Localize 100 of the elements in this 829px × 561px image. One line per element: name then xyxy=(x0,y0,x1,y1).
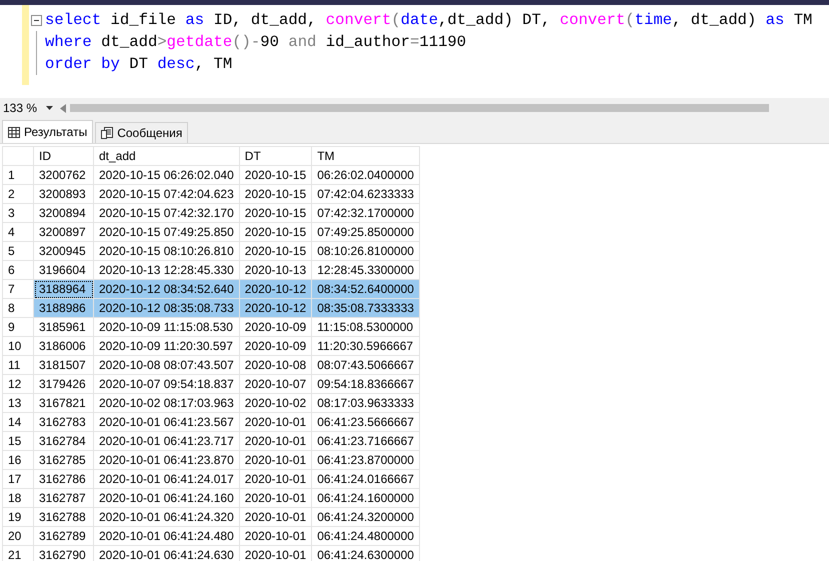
row-number[interactable]: 19 xyxy=(2,508,34,526)
row-number[interactable]: 12 xyxy=(2,374,34,394)
table-cell: 3162783 xyxy=(34,412,94,432)
table-cell: 3200945 xyxy=(34,242,94,260)
row-number[interactable]: 21 xyxy=(2,546,34,561)
table-cell: 2020-10-01 xyxy=(239,526,312,546)
table-cell: 2020-10-01 xyxy=(239,412,312,432)
table-cell: 06:41:23.8700000 xyxy=(312,450,420,470)
dropdown-caret-icon xyxy=(46,106,53,110)
table-cell: 2020-10-07 09:54:18.837 xyxy=(94,374,240,394)
table-cell: 2020-10-12 xyxy=(239,280,312,298)
table-cell: 3186006 xyxy=(34,336,94,356)
table-cell: 2020-10-08 xyxy=(239,356,312,374)
column-header[interactable]: ID xyxy=(34,146,94,166)
row-number[interactable]: 9 xyxy=(2,318,34,336)
table-cell: 3200894 xyxy=(34,204,94,222)
table-cell: 06:41:24.1600000 xyxy=(312,488,420,508)
table-cell: 2020-10-01 06:41:24.017 xyxy=(94,470,240,488)
table-cell: 2020-10-12 xyxy=(239,298,312,318)
code-line: where dt_add>getdate()-90 and id_author=11190 xyxy=(45,33,466,51)
table-cell: 2020-10-01 06:41:23.870 xyxy=(94,450,240,470)
table-cell: 09:54:18.8366667 xyxy=(312,374,420,394)
table-cell: 3188986 xyxy=(34,298,94,318)
table-cell: 2020-10-12 08:34:52.640 xyxy=(94,280,240,298)
table-cell: 2020-10-01 06:41:23.567 xyxy=(94,412,240,432)
row-number[interactable]: 14 xyxy=(2,412,34,432)
table-cell: 08:10:26.8100000 xyxy=(312,242,420,260)
row-number[interactable]: 17 xyxy=(2,470,34,488)
message-list-icon xyxy=(101,127,114,139)
table-cell: 2020-10-01 xyxy=(239,508,312,526)
table-cell: 07:42:32.1700000 xyxy=(312,204,420,222)
column-header[interactable]: TM xyxy=(312,146,420,166)
table-cell: 2020-10-15 07:42:32.170 xyxy=(94,204,240,222)
table-cell: 2020-10-15 06:26:02.040 xyxy=(94,166,240,184)
table-cell: 3162785 xyxy=(34,450,94,470)
table-cell: 3185961 xyxy=(34,318,94,336)
corner-cell xyxy=(2,146,34,166)
table-cell: 06:41:24.3200000 xyxy=(312,508,420,526)
table-cell: 2020-10-15 xyxy=(239,204,312,222)
code-line: order by DT desc, TM xyxy=(45,55,232,73)
result-tab[interactable]: Результаты xyxy=(2,120,94,143)
scrollbar-thumb[interactable] xyxy=(70,104,769,112)
table-cell: 07:49:25.8500000 xyxy=(312,222,420,242)
table-cell: 2020-10-15 xyxy=(239,166,312,184)
table-cell: 2020-10-01 xyxy=(239,432,312,450)
table-cell: 2020-10-01 xyxy=(239,470,312,488)
row-number[interactable]: 6 xyxy=(2,260,34,280)
row-number[interactable]: 13 xyxy=(2,394,34,412)
table-cell: 2020-10-02 08:17:03.963 xyxy=(94,394,240,412)
table-cell: 3181507 xyxy=(34,356,94,374)
table-cell: 2020-10-01 06:41:24.320 xyxy=(94,508,240,526)
row-number[interactable]: 4 xyxy=(2,222,34,242)
row-number[interactable]: 18 xyxy=(2,488,34,508)
row-number[interactable]: 3 xyxy=(2,204,34,222)
scroll-left-icon[interactable] xyxy=(60,104,66,112)
table-cell: 06:41:23.7166667 xyxy=(312,432,420,450)
table-cell: 3167821 xyxy=(34,394,94,412)
table-cell: 3200893 xyxy=(34,184,94,204)
table-cell: 3162786 xyxy=(34,470,94,488)
table-cell: 06:41:24.0166667 xyxy=(312,470,420,488)
code-line: select id_file as ID, dt_add, convert(date,dt_add) DT, convert(time, dt_add) as TM xyxy=(45,11,812,29)
column-header[interactable]: DT xyxy=(239,146,312,166)
table-cell: 2020-10-09 xyxy=(239,336,312,356)
table-cell: 08:34:52.6400000 xyxy=(312,280,420,298)
table-cell: 2020-10-01 06:41:23.717 xyxy=(94,432,240,450)
column-header[interactable]: dt_add xyxy=(94,146,240,166)
table-cell: 2020-10-12 08:35:08.733 xyxy=(94,298,240,318)
table-cell: 3200897 xyxy=(34,222,94,242)
table-cell: 3200762 xyxy=(34,166,94,184)
table-cell: 11:15:08.5300000 xyxy=(312,318,420,336)
table-cell: 2020-10-15 07:49:25.850 xyxy=(94,222,240,242)
table-cell: 2020-10-01 xyxy=(239,450,312,470)
row-number[interactable]: 11 xyxy=(2,356,34,374)
row-number[interactable]: 10 xyxy=(2,336,34,356)
row-number[interactable]: 16 xyxy=(2,450,34,470)
table-cell: 2020-10-02 xyxy=(239,394,312,412)
row-number[interactable]: 1 xyxy=(2,166,34,184)
table-cell: 2020-10-15 xyxy=(239,222,312,242)
row-number[interactable]: 5 xyxy=(2,242,34,260)
table-cell: 3162787 xyxy=(34,488,94,508)
table-cell: 3188964 xyxy=(34,280,94,298)
result-tab[interactable]: Сообщения xyxy=(95,122,188,143)
table-cell: 2020-10-15 xyxy=(239,184,312,204)
row-number[interactable]: 2 xyxy=(2,184,34,204)
grid-icon xyxy=(8,126,20,138)
table-cell: 2020-10-07 xyxy=(239,374,312,394)
row-number[interactable]: 15 xyxy=(2,432,34,450)
table-cell: 08:07:43.5066667 xyxy=(312,356,420,374)
row-number[interactable]: 20 xyxy=(2,526,34,546)
table-cell: 2020-10-09 11:15:08.530 xyxy=(94,318,240,336)
table-cell: 3179426 xyxy=(34,374,94,394)
table-cell: 06:41:23.5666667 xyxy=(312,412,420,432)
table-cell: 07:42:04.6233333 xyxy=(312,184,420,204)
table-cell: 06:26:02.0400000 xyxy=(312,166,420,184)
table-cell: 2020-10-15 08:10:26.810 xyxy=(94,242,240,260)
table-cell: 2020-10-15 07:42:04.623 xyxy=(94,184,240,204)
collapse-icon[interactable] xyxy=(31,14,42,26)
table-cell: 2020-10-08 08:07:43.507 xyxy=(94,356,240,374)
table-cell: 2020-10-09 11:20:30.597 xyxy=(94,336,240,356)
table-cell: 3162784 xyxy=(34,432,94,450)
